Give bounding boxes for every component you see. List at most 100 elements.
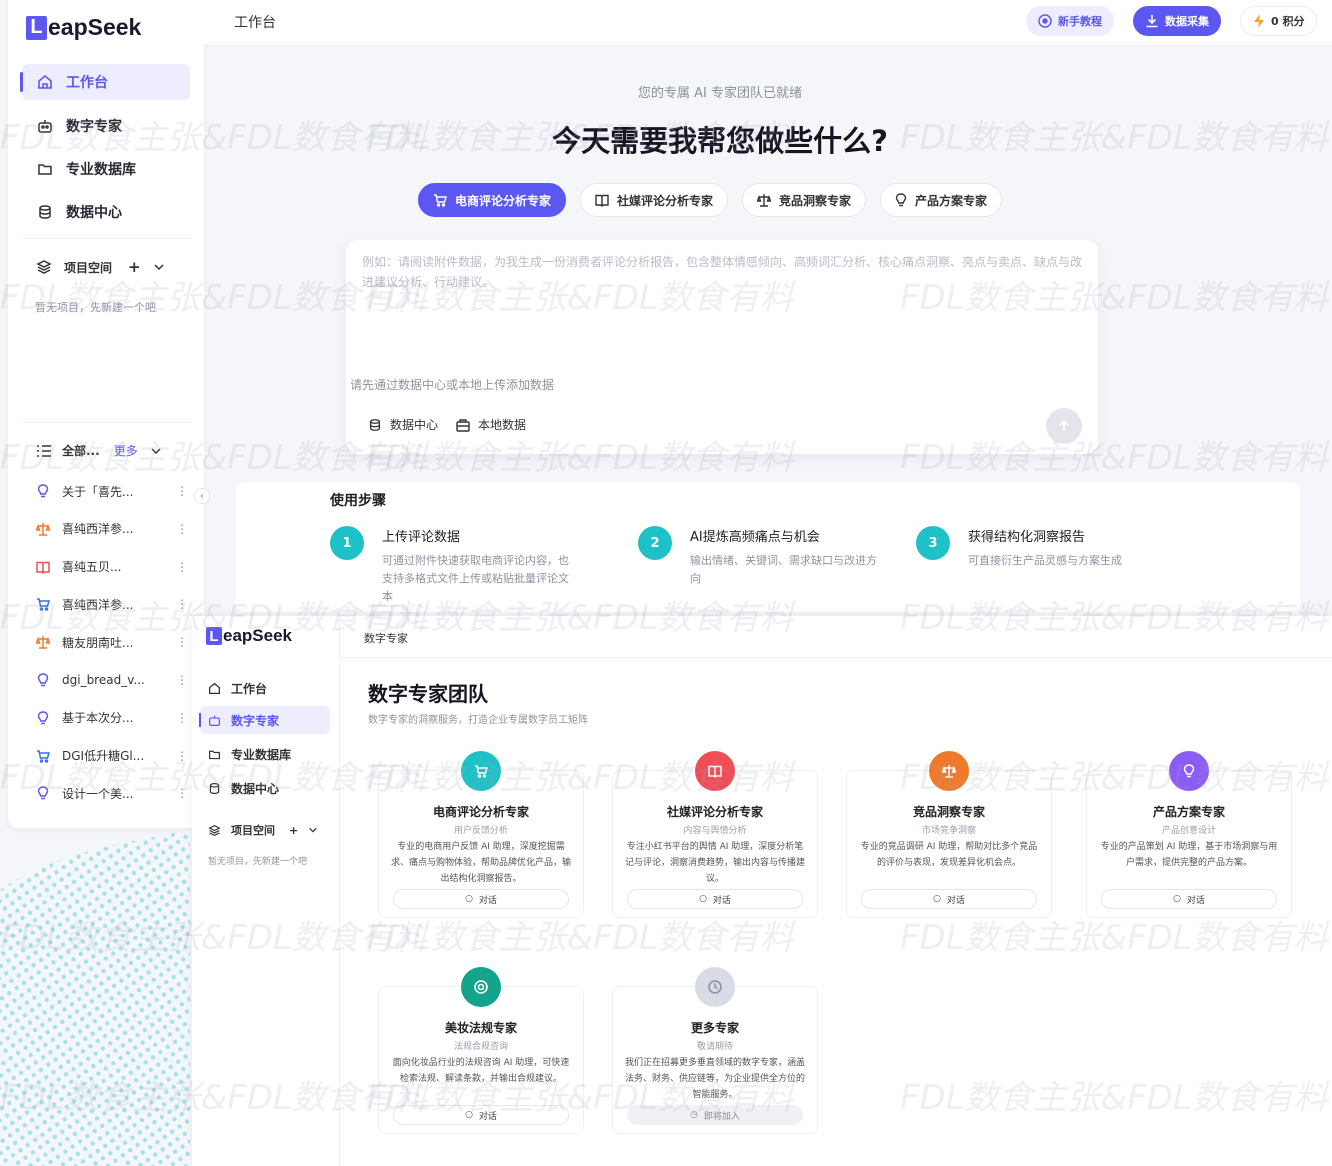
chat-bubble-icon: ○ xyxy=(933,894,941,904)
chat-history-item[interactable]: DGI低升糖Gl... ⋮ xyxy=(36,745,188,767)
chat-history-item[interactable]: 喜纯西洋参... ⋮ xyxy=(36,593,188,615)
database-icon xyxy=(208,782,221,795)
clock-icon: ◷ xyxy=(690,1110,698,1120)
chat-history-item[interactable]: 糖友朋南吐... ⋮ xyxy=(36,631,188,653)
step-number: 1 xyxy=(330,526,364,560)
expert-desc: 专业的竞品调研 AI 助理，帮助对比多个竞品的评价与表现，发现差异化机会点。 xyxy=(860,842,1038,868)
chat-button[interactable]: ○ 对话 xyxy=(393,889,569,909)
nav-label: 数据中心 xyxy=(231,781,280,796)
bulb-icon xyxy=(36,673,50,687)
project-space-header[interactable]: 项目空间 + xyxy=(36,258,165,276)
upload-box-icon xyxy=(456,418,470,432)
chat-button[interactable]: ○ 对话 xyxy=(627,889,803,909)
nav-label: 工作台 xyxy=(231,681,268,696)
preview-nav-workbench[interactable]: 工作台 xyxy=(200,674,330,702)
tutorial-button[interactable]: 新手教程 xyxy=(1026,6,1114,36)
more-options-icon[interactable]: ⋮ xyxy=(176,673,188,687)
chat-title: 喜纯西洋参... xyxy=(62,597,134,612)
add-project-button[interactable]: + xyxy=(128,258,141,276)
prompt-input[interactable]: 例如：请阅读附件数据，为我生成一份消费者评论分析报告，包含整体情感倾向、高频词汇… xyxy=(362,252,1082,292)
more-options-icon[interactable]: ⋮ xyxy=(176,597,188,611)
download-icon xyxy=(1145,14,1159,28)
expert-card[interactable]: 更多专家 敬请期待 我们正在招募更多垂直领域的数字专家，涵盖法务、财务、供应链等… xyxy=(612,967,818,1134)
scale-icon xyxy=(36,635,50,649)
expert-card[interactable]: 美妆法规专家 法规合规咨询 面向化妆品行业的法规咨询 AI 助理，可快速检索法规… xyxy=(378,967,584,1134)
cart-icon xyxy=(36,597,50,612)
project-empty-text: 暂无项目，先新建一个吧 xyxy=(208,857,308,867)
chat-history-item[interactable]: dgi_bread_v... ⋮ xyxy=(36,669,188,691)
coming-soon-button[interactable]: ◷ 即将加入 xyxy=(627,1105,803,1125)
experts-subtitle: 数字专家的洞察服务，打造企业专属数字员工矩阵 xyxy=(368,715,588,726)
expert-pill-social[interactable]: 社媒评论分析专家 xyxy=(580,183,729,217)
more-options-icon[interactable]: ⋮ xyxy=(176,786,188,800)
button-label: 即将加入 xyxy=(703,1111,740,1122)
cart-icon xyxy=(36,749,50,763)
nav-item-data-center[interactable]: 数据中心 xyxy=(22,194,190,230)
chevron-down-icon[interactable] xyxy=(153,261,165,273)
logo-mark: L xyxy=(206,627,222,645)
preview-nav-pro-database[interactable]: 专业数据库 xyxy=(200,740,330,768)
more-options-icon[interactable]: ⋮ xyxy=(176,711,188,725)
more-options-icon[interactable]: ⋮ xyxy=(176,635,188,649)
project-empty-text: 暂无项目，先新建一个吧 xyxy=(35,301,156,314)
expert-pill-label: 电商评论分析专家 xyxy=(455,193,552,208)
chat-history-item[interactable]: 喜纯五贝... ⋮ xyxy=(36,556,188,578)
more-link[interactable]: 更多 xyxy=(114,442,138,459)
chat-button[interactable]: ○ 对话 xyxy=(861,889,1037,909)
chat-history-item[interactable]: 关于「喜先... ⋮ xyxy=(36,480,188,502)
button-label: 对话 xyxy=(478,895,497,906)
data-collect-button[interactable]: 数据采集 xyxy=(1133,6,1221,36)
top-header: 工作台 新手教程 数据采集 0 积分 xyxy=(204,0,1332,46)
expert-card[interactable]: 竞品洞察专家 市场竞争洞察 专业的竞品调研 AI 助理，帮助对比多个竞品的评价与… xyxy=(846,751,1052,918)
expert-name: 美妆法规专家 xyxy=(444,1021,517,1035)
chevron-down-icon[interactable] xyxy=(308,825,318,835)
lightning-icon xyxy=(1253,14,1265,28)
cart-icon xyxy=(433,193,447,207)
expert-pill-label: 社媒评论分析专家 xyxy=(617,193,714,208)
database-icon xyxy=(36,203,54,221)
chat-history-item[interactable]: 设计一个美... ⋮ xyxy=(36,782,188,804)
button-label: 对话 xyxy=(1186,895,1205,906)
data-center-source-button[interactable]: 数据中心 xyxy=(368,416,438,433)
expert-pill-label: 产品方案专家 xyxy=(915,193,988,208)
more-options-icon[interactable]: ⋮ xyxy=(176,749,188,763)
expert-pill-competitor[interactable]: 竞品洞察专家 xyxy=(742,183,867,217)
filter-label: 全部... xyxy=(62,444,100,458)
expert-card[interactable]: 产品方案专家 产品创意设计 专业的产品策划 AI 助理，基于市场洞察与用户需求，… xyxy=(1086,751,1292,918)
chat-button[interactable]: ○ 对话 xyxy=(1101,889,1277,909)
button-label: 对话 xyxy=(712,895,731,906)
scale-icon xyxy=(757,193,772,207)
preview-nav-data-center[interactable]: 数据中心 xyxy=(200,774,330,802)
expert-desc: 专注小红书平台的舆情 AI 助理，深度分析笔记与评论，洞察消费趋势，输出内容与传… xyxy=(625,842,805,884)
preview-nav-digital-experts[interactable]: 数字专家 xyxy=(199,706,330,734)
more-options-icon[interactable]: ⋮ xyxy=(176,560,188,574)
chat-title: 喜纯西洋参... xyxy=(62,522,134,537)
chat-history-item[interactable]: 基于本次分... ⋮ xyxy=(36,707,188,729)
breadcrumb: 工作台 xyxy=(234,15,276,31)
expert-card[interactable]: 电商评论分析专家 用户反馈分析 专业的电商用户反馈 AI 助理，深度挖掘需求、痛… xyxy=(378,751,584,918)
logo-text: eapSeek xyxy=(223,626,292,645)
add-project-button[interactable]: + xyxy=(289,824,298,837)
more-options-icon[interactable]: ⋮ xyxy=(176,484,188,498)
expert-desc: 我们正在招募更多垂直领域的数字专家，涵盖法务、财务、供应链等，为企业提供全方位的… xyxy=(625,1058,805,1100)
expert-pill-label: 竞品洞察专家 xyxy=(779,193,852,208)
expert-pill-ecommerce[interactable]: 电商评论分析专家 xyxy=(418,183,567,217)
chat-filter[interactable]: 全部... 更多 xyxy=(36,442,162,459)
chevron-down-icon[interactable] xyxy=(150,445,162,457)
logo-text: eapSeek xyxy=(48,14,142,40)
expert-pill-product[interactable]: 产品方案专家 xyxy=(880,183,1003,217)
chat-button[interactable]: ○ 对话 xyxy=(393,1105,569,1125)
expert-card[interactable]: 社媒评论分析专家 内容与舆情分析 专注小红书平台的舆情 AI 助理，深度分析笔记… xyxy=(612,751,818,918)
preview-project-space[interactable]: 项目空间 + xyxy=(208,822,318,838)
chat-history-item[interactable]: 喜纯西洋参... ⋮ xyxy=(36,518,188,540)
project-space-label: 项目空间 xyxy=(231,824,275,837)
local-data-source-button[interactable]: 本地数据 xyxy=(456,416,526,433)
brand-logo[interactable]: L eapSeek xyxy=(26,14,141,41)
data-collect-label: 数据采集 xyxy=(1165,15,1209,28)
experts-title: 数字专家团队 xyxy=(368,682,488,706)
collapse-sidebar-button[interactable]: ‹ xyxy=(194,488,210,504)
steps-title: 使用步骤 xyxy=(330,493,386,509)
send-button[interactable] xyxy=(1046,408,1082,444)
points-badge[interactable]: 0 积分 xyxy=(1240,6,1318,36)
more-options-icon[interactable]: ⋮ xyxy=(176,522,188,536)
